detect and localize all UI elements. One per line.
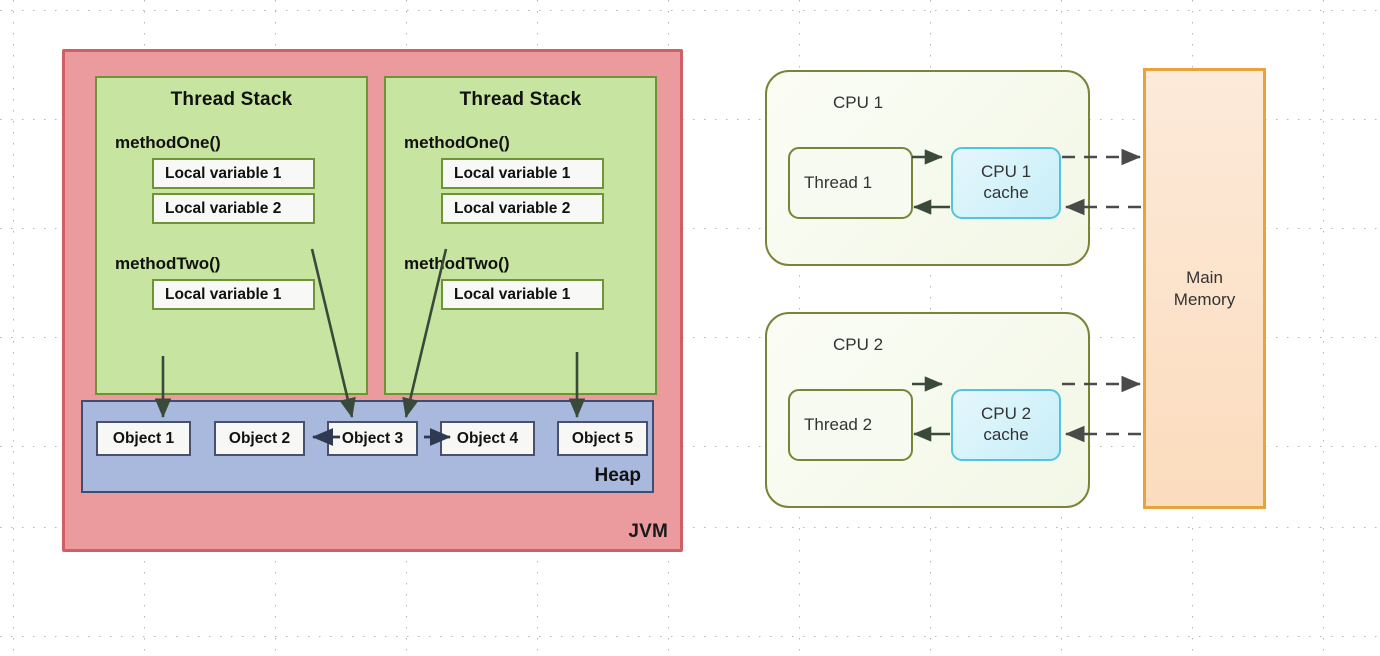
main-memory-label-line2: Memory	[1173, 289, 1236, 309]
heap-label: Heap	[594, 465, 641, 486]
ts1-m1-local-2: Local variable 2	[152, 193, 315, 224]
cpu-2-cache-box: CPU 2 cache	[951, 389, 1061, 461]
ts1-m2-local-1: Local variable 1	[152, 279, 315, 310]
thread-stack-1: Thread Stack methodOne() Local variable …	[95, 76, 368, 395]
cpu-1-cache-label-line2: cache	[983, 183, 1029, 202]
cpu-1-container: CPU 1 Thread 1 CPU 1 cache	[765, 70, 1090, 266]
thread-stack-2: Thread Stack methodOne() Local variable …	[384, 76, 657, 395]
heap-object-4: Object 4	[440, 421, 535, 456]
cpu-2-title: CPU 2	[833, 335, 884, 354]
cpu-2-cache-label-line1: CPU 2	[980, 404, 1032, 424]
thread-stack-2-title: Thread Stack	[459, 89, 582, 110]
jvm-label: JVM	[628, 521, 668, 542]
main-memory-box: Main Memory	[1143, 68, 1266, 509]
cpu-1-title: CPU 1	[833, 93, 884, 112]
jvm-container: Thread Stack methodOne() Local variable …	[62, 49, 683, 552]
cpu-2-container: CPU 2 Thread 2 CPU 2 cache	[765, 312, 1090, 508]
ts2-m1-local-1: Local variable 1	[441, 158, 604, 189]
heap-container: Object 1 Object 2 Object 3 Object 4 Obje…	[81, 400, 654, 493]
ts2-m2-local-1: Local variable 1	[441, 279, 604, 310]
heap-object-3: Object 3	[327, 421, 418, 456]
heap-object-2: Object 2	[214, 421, 305, 456]
cpu-1-thread-box: Thread 1	[788, 147, 913, 219]
thread-stack-1-title: Thread Stack	[170, 89, 293, 110]
main-memory-label: Main Memory	[1174, 267, 1235, 310]
cpu-2-thread-box: Thread 2	[788, 389, 913, 461]
thread-stack-1-method-two: methodTwo()	[115, 254, 221, 273]
ts1-m1-local-1: Local variable 1	[152, 158, 315, 189]
diagram-canvas: Thread Stack methodOne() Local variable …	[0, 0, 1380, 656]
cpu-2-cache-label-line2: cache	[983, 425, 1029, 444]
cpu-1-cache-label-line1: CPU 1	[980, 162, 1032, 182]
cpu-1-cache-box: CPU 1 cache	[951, 147, 1061, 219]
main-memory-label-line1: Main	[1186, 268, 1223, 288]
heap-object-1: Object 1	[96, 421, 191, 456]
thread-stack-1-method-one: methodOne()	[115, 133, 221, 152]
thread-stack-2-method-two: methodTwo()	[404, 254, 510, 273]
thread-stack-2-method-one: methodOne()	[404, 133, 510, 152]
ts2-m1-local-2: Local variable 2	[441, 193, 604, 224]
heap-object-5: Object 5	[557, 421, 648, 456]
